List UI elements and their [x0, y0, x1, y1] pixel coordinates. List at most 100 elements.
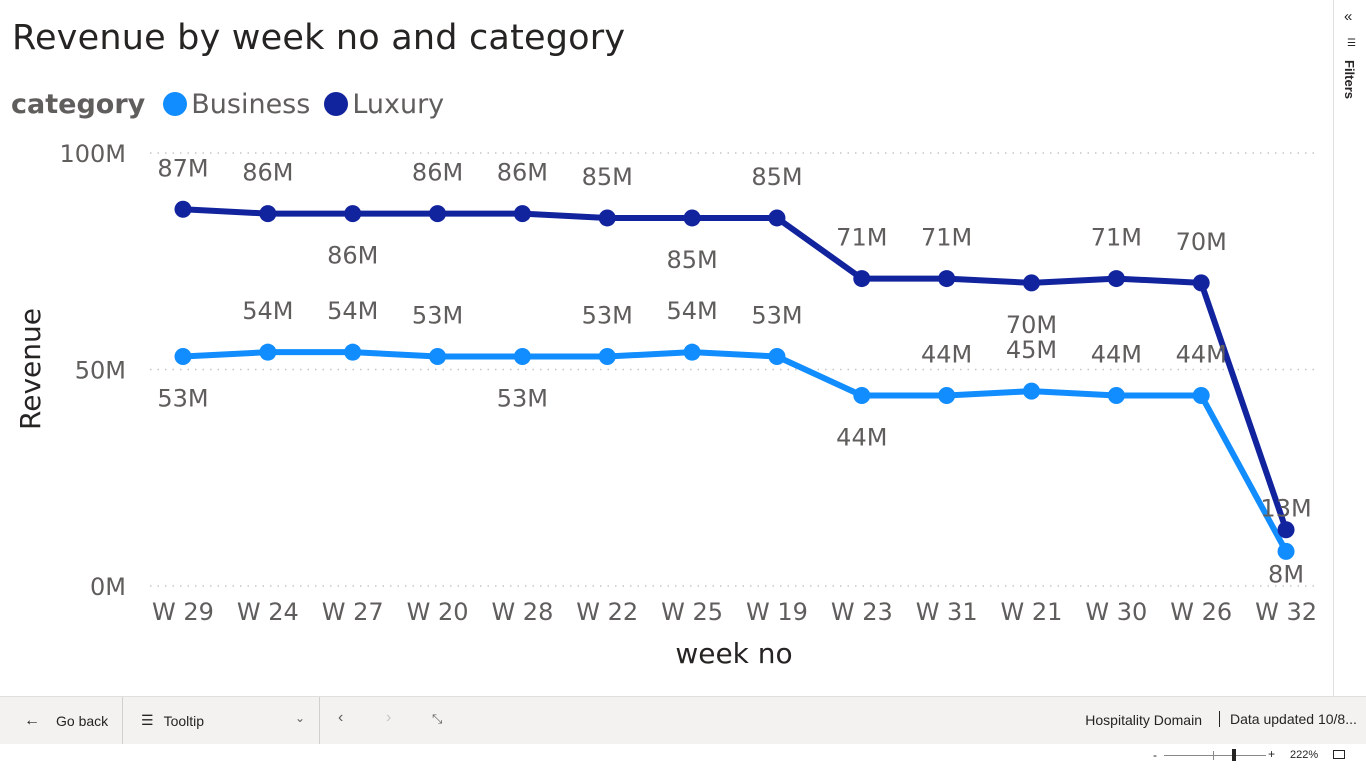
- collapse-pane-icon[interactable]: «: [1344, 8, 1352, 25]
- data-label-business: 53M: [412, 302, 463, 330]
- x-tick-label: W 20: [407, 598, 469, 626]
- x-tick-label: W 29: [152, 598, 214, 626]
- data-point-business: [1277, 542, 1295, 560]
- page-selector-dropdown[interactable]: ☰ Tooltip ⌄: [123, 697, 319, 744]
- data-point-luxury: [1107, 270, 1125, 288]
- data-point-luxury: [938, 270, 956, 288]
- data-label-business: 53M: [157, 385, 208, 413]
- x-tick-label: W 22: [576, 598, 638, 626]
- data-point-luxury: [429, 205, 447, 223]
- filters-pane[interactable]: « ☰ Filters: [1333, 0, 1366, 696]
- data-point-business: [174, 348, 192, 366]
- data-label-luxury: 85M: [582, 163, 633, 191]
- data-point-business: [853, 386, 871, 404]
- arrow-left-icon: ←: [24, 711, 40, 729]
- zoom-out-button[interactable]: -: [1153, 748, 1157, 762]
- data-label-luxury: 86M: [497, 159, 548, 187]
- page-list-icon: ☰: [141, 712, 154, 728]
- data-updated-text: Data updated 10/8...: [1219, 711, 1366, 727]
- data-label-business: 54M: [666, 297, 717, 325]
- zoom-in-button[interactable]: +: [1268, 747, 1275, 761]
- data-label-business: 45M: [1006, 336, 1057, 364]
- data-point-business: [259, 343, 277, 361]
- y-axis-title: Revenue: [14, 308, 47, 430]
- filters-pane-label[interactable]: Filters: [1342, 60, 1357, 99]
- data-label-business: 53M: [582, 302, 633, 330]
- x-tick-label: W 28: [491, 598, 553, 626]
- data-label-luxury: 71M: [1091, 224, 1142, 252]
- x-tick-label: W 31: [916, 598, 978, 626]
- next-page-icon[interactable]: ›: [386, 709, 391, 727]
- data-point-business: [683, 343, 701, 361]
- divider: [319, 697, 320, 744]
- data-label-business: 8M: [1268, 560, 1304, 588]
- data-label-luxury: 86M: [327, 242, 378, 270]
- data-point-luxury: [598, 209, 616, 227]
- data-point-luxury: [853, 270, 871, 288]
- x-axis-title: week no: [675, 637, 792, 670]
- data-label-luxury: 13M: [1260, 495, 1311, 523]
- data-label-luxury: 71M: [836, 224, 887, 252]
- data-label-business: 44M: [921, 340, 972, 368]
- report-name: Hospitality Domain: [1085, 712, 1202, 728]
- x-tick-label: W 24: [237, 598, 299, 626]
- go-back-button[interactable]: ← Go back: [0, 697, 122, 744]
- y-tick-label: 0M: [90, 573, 126, 601]
- data-label-business: 54M: [327, 297, 378, 325]
- data-point-luxury: [174, 200, 192, 218]
- x-tick-label: W 25: [661, 598, 723, 626]
- filter-icon: ☰: [1347, 38, 1356, 49]
- data-label-business: 44M: [1176, 340, 1227, 368]
- data-point-luxury: [768, 209, 786, 227]
- x-tick-label: W 32: [1255, 598, 1317, 626]
- data-point-business: [429, 348, 447, 366]
- data-label-luxury: 71M: [921, 224, 972, 252]
- data-point-luxury: [1192, 274, 1210, 292]
- chevron-down-icon: ⌄: [294, 711, 305, 725]
- fit-to-page-icon[interactable]: [1333, 750, 1345, 759]
- data-label-luxury: 70M: [1006, 311, 1057, 339]
- series-line-business: [180, 349, 1290, 555]
- data-point-business: [768, 348, 786, 366]
- x-tick-label: W 26: [1170, 598, 1232, 626]
- data-label-luxury: 86M: [242, 159, 293, 187]
- y-tick-label: 50M: [75, 357, 126, 385]
- data-label-luxury: 87M: [157, 154, 208, 182]
- zoom-slider-tick: [1213, 751, 1214, 760]
- data-point-luxury: [1023, 274, 1040, 292]
- data-label-business: 53M: [497, 385, 548, 413]
- plot-area: 0M 50M 100M W 29 W 24 W 27 W 20 W 28 W 22 W 25 W 1…: [14, 140, 1320, 670]
- page-selector-label: Tooltip: [163, 712, 205, 729]
- data-label-business: 44M: [1091, 340, 1142, 368]
- x-tick-label: W 23: [831, 598, 893, 626]
- y-tick-label: 100M: [59, 140, 126, 168]
- data-label-business: 44M: [836, 423, 887, 451]
- data-label-luxury: 85M: [666, 246, 717, 274]
- data-point-business: [1107, 386, 1125, 404]
- data-label-luxury: 86M: [412, 159, 463, 187]
- collapse-icon[interactable]: ⤡: [432, 711, 442, 727]
- zoom-level: 222%: [1290, 749, 1319, 761]
- data-point-luxury: [344, 205, 362, 223]
- data-point-luxury: [259, 205, 277, 223]
- data-point-luxury: [683, 209, 701, 227]
- x-tick-label: W 30: [1085, 598, 1147, 626]
- status-bar: - + 222%: [0, 744, 1366, 768]
- previous-page-icon[interactable]: ‹: [338, 709, 343, 727]
- data-point-business: [1023, 382, 1040, 400]
- data-label-business: 54M: [242, 297, 293, 325]
- x-tick-label: W 19: [746, 598, 808, 626]
- x-tick-label: W 27: [322, 598, 384, 626]
- data-point-business: [1192, 386, 1210, 404]
- x-tick-label: W 21: [1001, 598, 1063, 626]
- zoom-slider-track[interactable]: [1164, 755, 1266, 756]
- data-point-luxury: [1277, 521, 1295, 539]
- data-point-luxury: [513, 205, 531, 223]
- data-label-luxury: 85M: [751, 163, 802, 191]
- zoom-slider-thumb[interactable]: [1232, 749, 1236, 761]
- data-point-business: [938, 386, 956, 404]
- data-point-business: [513, 348, 531, 366]
- data-label-luxury: 70M: [1176, 228, 1227, 256]
- line-chart-visual: Revenue by week no and category category…: [0, 0, 1333, 696]
- data-label-business: 53M: [751, 302, 802, 330]
